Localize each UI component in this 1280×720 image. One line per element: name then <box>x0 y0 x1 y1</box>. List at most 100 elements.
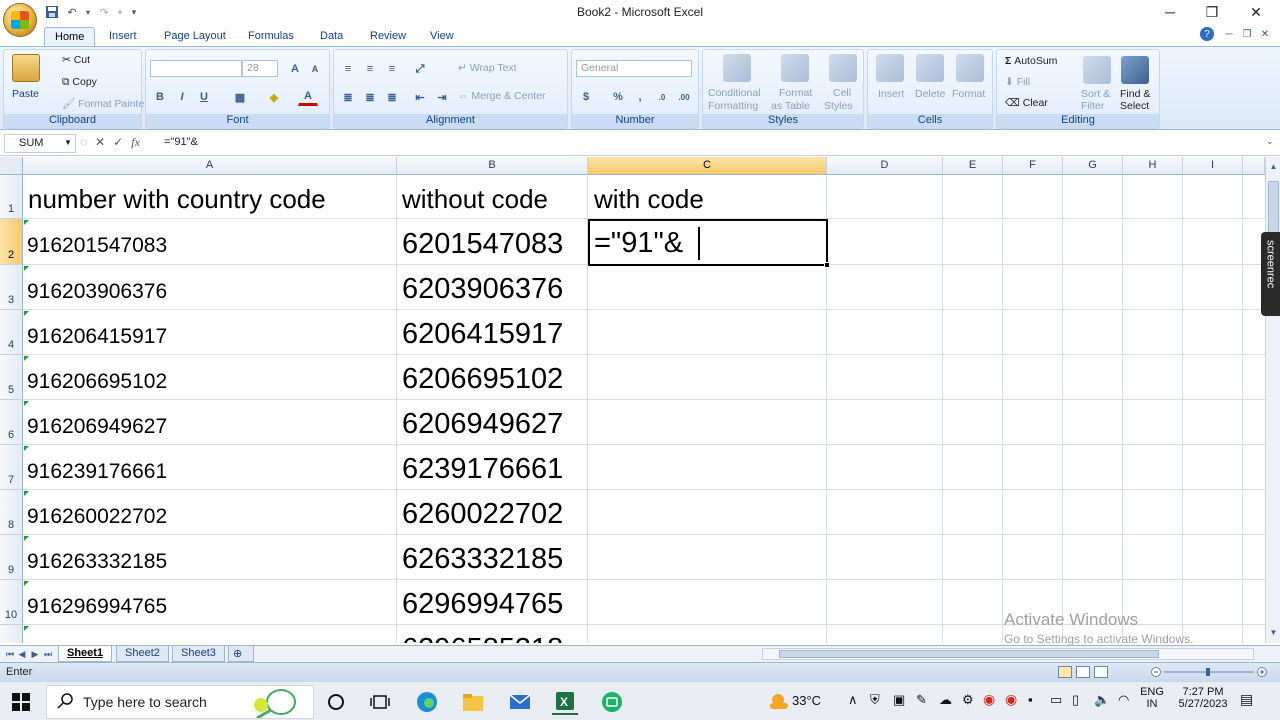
cell-b6[interactable]: 6206949627 <box>402 402 563 447</box>
collapse-icon[interactable]: ◌ <box>80 135 87 150</box>
percent-button[interactable]: % <box>608 88 628 106</box>
cell-b7[interactable]: 6239176661 <box>402 447 563 492</box>
conditional-formatting-label-2[interactable]: Formatting <box>708 100 758 112</box>
number-format-select[interactable]: General <box>576 60 692 77</box>
wrap-text-button[interactable]: ↵ Wrap Text <box>458 62 517 74</box>
cancel-icon[interactable]: ✕ <box>95 135 105 150</box>
last-sheet-icon[interactable]: ⏭ <box>42 647 54 661</box>
insert-function-button[interactable]: fx <box>131 135 140 150</box>
paste-icon[interactable] <box>12 54 40 82</box>
battery-icon[interactable]: ▯ <box>1072 692 1079 708</box>
cell-b1[interactable]: without code <box>402 179 548 219</box>
cell-styles-icon[interactable] <box>829 54 857 82</box>
screenrec-widget[interactable]: screenrec <box>1261 232 1280 316</box>
column-header-c[interactable]: C <box>588 157 827 175</box>
cell-a7[interactable]: 916239176661 <box>27 449 167 494</box>
column-header-partial[interactable] <box>1243 157 1265 175</box>
font-color-button[interactable]: A <box>298 88 318 106</box>
format-as-table-label-1[interactable]: Format <box>779 87 812 99</box>
sort-filter-label-1[interactable]: Sort & <box>1081 88 1110 100</box>
normal-view-icon[interactable] <box>1058 666 1072 678</box>
cell-a10[interactable]: 916296994765 <box>27 584 167 629</box>
align-top-icon[interactable]: ≡ <box>338 60 358 78</box>
insert-cells-label[interactable]: Insert <box>878 88 904 100</box>
screen-icon[interactable]: ▭ <box>1050 692 1062 708</box>
expand-formula-bar-icon[interactable]: ⌄ <box>1266 136 1274 147</box>
windows-start-icon[interactable] <box>8 689 34 715</box>
sheet-tab-1[interactable]: Sheet1 <box>58 646 113 662</box>
excel-taskbar-icon[interactable]: X <box>552 689 578 715</box>
column-header-h[interactable]: H <box>1123 157 1183 175</box>
increase-decimal-button[interactable]: .0 <box>652 88 672 106</box>
cell-a3[interactable]: 916203906376 <box>27 269 167 314</box>
italic-button[interactable]: I <box>172 88 192 106</box>
sort-filter-label-2[interactable]: Filter <box>1081 100 1104 112</box>
tray-settings-icon[interactable]: ⚙ <box>962 692 974 708</box>
format-as-table-icon[interactable] <box>781 54 809 82</box>
formula-input[interactable]: ="91"& <box>158 134 1266 153</box>
first-sheet-icon[interactable]: ⏮ <box>4 647 16 661</box>
cell-a11[interactable]: 916296585318 <box>27 629 167 644</box>
mail-icon[interactable] <box>507 689 533 715</box>
row-header-7[interactable]: 7 <box>0 445 23 490</box>
edge-icon[interactable] <box>414 689 440 715</box>
cell-a6[interactable]: 916206949627 <box>27 404 167 449</box>
sort-filter-icon[interactable] <box>1083 56 1111 84</box>
task-view-cortana-icon[interactable] <box>323 689 349 715</box>
tab-home[interactable]: Home <box>44 27 96 46</box>
currency-button[interactable]: $ <box>576 88 596 106</box>
next-sheet-icon[interactable]: ▶ <box>29 647 41 661</box>
clock[interactable]: 7:27 PM 5/27/2023 <box>1172 686 1234 710</box>
sheet-tab-3[interactable]: Sheet3 <box>172 646 225 662</box>
binoculars-icon[interactable] <box>1121 56 1149 84</box>
screenrec-taskbar-icon[interactable] <box>599 689 625 715</box>
network-icon[interactable]: ◠ <box>1118 692 1129 708</box>
name-box-dropdown-icon[interactable]: ▼ <box>64 138 72 147</box>
grow-font-button[interactable]: A <box>285 60 305 78</box>
insert-sheet-icon[interactable]: ⊕ <box>228 646 254 662</box>
format-cells-label[interactable]: Format <box>952 88 985 100</box>
copy-button[interactable]: ⧉ Copy <box>62 76 97 89</box>
row-header-11[interactable]: 11 <box>0 625 23 643</box>
tab-view[interactable]: View <box>430 27 454 46</box>
active-cell-c2[interactable]: ="91"& <box>588 219 828 266</box>
camera-icon[interactable]: ▪ <box>1028 692 1033 707</box>
merge-center-button[interactable]: ⇔ Merge & Center <box>458 90 546 102</box>
cell-a8[interactable]: 916260022702 <box>27 494 167 539</box>
row-header-8[interactable]: 8 <box>0 490 23 535</box>
cell-styles-label-1[interactable]: Cell <box>833 87 851 99</box>
cell-b10[interactable]: 6296994765 <box>402 582 563 627</box>
office-button[interactable] <box>3 3 37 37</box>
row-header-1[interactable]: 1 <box>0 175 23 219</box>
column-header-e[interactable]: E <box>943 157 1003 175</box>
shrink-font-button[interactable]: A <box>305 60 325 78</box>
comma-button[interactable]: , <box>630 88 650 106</box>
font-size-select[interactable]: 28 <box>242 60 278 77</box>
cell-b8[interactable]: 6260022702 <box>402 492 563 537</box>
tab-review[interactable]: Review <box>370 27 406 46</box>
tab-data[interactable]: Data <box>320 27 343 46</box>
worksheet-grid[interactable]: A B C D E F G H I 1 2 3 4 5 6 7 8 9 10 1… <box>0 157 1265 643</box>
vertical-scrollbar[interactable]: ▲ ▼ <box>1265 157 1280 643</box>
help-icon[interactable]: ? <box>1200 27 1214 41</box>
cell-b2[interactable]: 6201547083 <box>402 221 563 267</box>
prev-sheet-icon[interactable]: ◀ <box>16 647 28 661</box>
decrease-indent-icon[interactable]: ⇤ <box>410 88 430 106</box>
row-header-4[interactable]: 4 <box>0 310 23 355</box>
record-icon[interactable]: ◉ <box>983 691 995 708</box>
row-header-3[interactable]: 3 <box>0 265 23 310</box>
bold-button[interactable]: B <box>150 88 170 106</box>
cell-b5[interactable]: 6206695102 <box>402 357 563 402</box>
orientation-icon[interactable]: ⤢ <box>410 60 430 78</box>
align-middle-icon[interactable]: ≡ <box>360 60 380 78</box>
cell-styles-label-2[interactable]: Styles <box>824 100 853 112</box>
delete-cells-label[interactable]: Delete <box>915 88 945 100</box>
cut-button[interactable]: ✂ Cut <box>62 54 90 66</box>
find-select-label-1[interactable]: Find & <box>1120 88 1150 100</box>
enter-icon[interactable]: ✓ <box>113 135 123 150</box>
tab-formulas[interactable]: Formulas <box>248 27 294 46</box>
fill-handle[interactable] <box>824 262 830 268</box>
notifications-icon[interactable]: ▤ <box>1240 691 1253 708</box>
minimize-button[interactable]: ─ <box>1148 0 1192 24</box>
font-name-select[interactable] <box>150 60 242 77</box>
